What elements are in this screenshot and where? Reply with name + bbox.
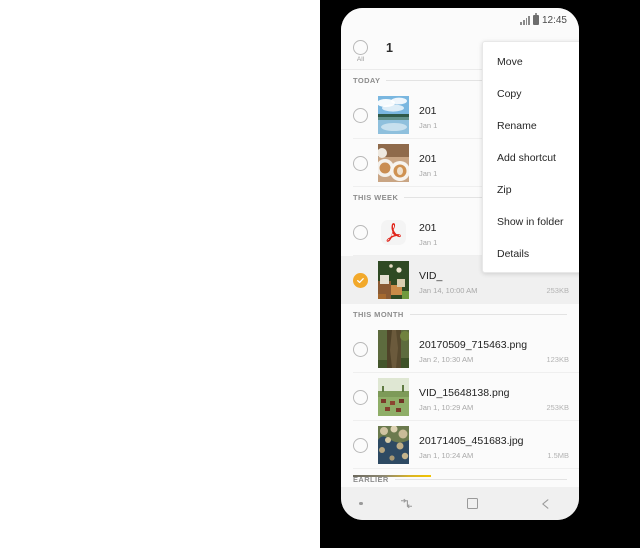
file-name: 201 xyxy=(419,104,437,117)
menu-item-details[interactable]: Details xyxy=(483,238,579,270)
signal-bars-icon xyxy=(520,15,530,25)
battery-icon xyxy=(532,13,539,25)
phone-frame: 12:45 All 1 TODAY 201 Jan 1 201 Jan 1 TH… xyxy=(320,0,640,548)
home-square-icon[interactable] xyxy=(431,498,513,509)
file-name: VID_15648138.png xyxy=(419,386,510,399)
section-divider xyxy=(409,314,567,315)
row-checkbox[interactable] xyxy=(353,107,368,123)
dot-indicator-icon xyxy=(341,501,381,506)
list-item[interactable]: VID_15648138.png Jan 1, 10:29 AM 253KB xyxy=(341,373,579,421)
status-bar: 12:45 xyxy=(341,8,579,32)
file-size: 123KB xyxy=(546,354,569,364)
circle-checkbox-icon xyxy=(353,39,368,55)
file-name: 20171405_451683.jpg xyxy=(419,434,524,447)
menu-item-label: Rename xyxy=(497,120,537,132)
menu-item-label: Add shortcut xyxy=(497,152,556,164)
file-date: Jan 14, 10:00 AM xyxy=(419,285,478,295)
menu-item-label: Copy xyxy=(497,88,522,100)
file-date: Jan 1 xyxy=(419,237,438,247)
navigation-bar xyxy=(341,487,579,520)
file-meta: 20171405_451683.jpg Jan 1, 10:24 AM 1.5M… xyxy=(419,431,579,460)
file-size: 1.5MB xyxy=(547,450,569,460)
menu-item-rename[interactable]: Rename xyxy=(483,110,579,142)
field-cattle-thumbnail xyxy=(378,378,409,416)
section-title: THIS MONTH xyxy=(353,310,404,319)
selected-count: 1 xyxy=(386,40,393,55)
menu-item-move[interactable]: Move xyxy=(483,46,579,78)
list-item[interactable]: 20170509_715463.png Jan 2, 10:30 AM 123K… xyxy=(341,325,579,373)
phone-screen: 12:45 All 1 TODAY 201 Jan 1 201 Jan 1 TH… xyxy=(341,8,579,520)
row-checkbox[interactable] xyxy=(353,389,368,405)
row-divider xyxy=(353,468,579,469)
file-meta: VID_15648138.png Jan 1, 10:29 AM 253KB xyxy=(419,383,579,412)
menu-item-label: Move xyxy=(497,56,523,68)
tree-trunk-thumbnail xyxy=(378,330,409,368)
menu-item-label: Details xyxy=(497,248,530,260)
file-size: 253KB xyxy=(546,402,569,412)
select-all-checkbox[interactable]: All xyxy=(353,39,368,63)
blossom-water-thumbnail xyxy=(378,426,409,464)
row-checkbox[interactable] xyxy=(353,155,368,171)
file-name: 201 xyxy=(419,221,437,234)
section-divider xyxy=(394,479,567,480)
coffee-cups-thumbnail xyxy=(378,144,409,182)
section-title: TODAY xyxy=(353,76,381,85)
menu-item-label: Zip xyxy=(497,184,512,196)
section-title: THIS WEEK xyxy=(353,193,399,202)
menu-item-add-shortcut[interactable]: Add shortcut xyxy=(483,142,579,174)
menu-item-zip[interactable]: Zip xyxy=(483,174,579,206)
context-menu[interactable]: Move Copy Rename Add shortcut Zip Show i… xyxy=(482,41,579,273)
file-date: Jan 1 xyxy=(419,168,438,178)
file-date: Jan 1, 10:29 AM xyxy=(419,402,474,412)
row-checkbox-checked[interactable] xyxy=(353,272,368,288)
select-all-label: All xyxy=(356,55,365,63)
back-arrow-icon[interactable] xyxy=(513,498,579,510)
file-date: Jan 1 xyxy=(419,120,438,130)
menu-item-copy[interactable]: Copy xyxy=(483,78,579,110)
file-name: 20170509_715463.png xyxy=(419,338,528,351)
file-size: 253KB xyxy=(546,285,569,295)
lake-landscape-thumbnail xyxy=(378,96,409,134)
section-header-this-month: THIS MONTH xyxy=(341,304,579,325)
list-item[interactable]: 20171405_451683.jpg Jan 1, 10:24 AM 1.5M… xyxy=(341,421,579,469)
status-time: 12:45 xyxy=(541,14,567,26)
file-name: VID_ xyxy=(419,269,443,282)
pdf-file-icon xyxy=(378,213,409,251)
menu-item-show-in-folder[interactable]: Show in folder xyxy=(483,206,579,238)
row-checkbox[interactable] xyxy=(353,224,368,240)
file-date: Jan 2, 10:30 AM xyxy=(419,354,474,364)
row-checkbox[interactable] xyxy=(353,341,368,357)
menu-item-label: Show in folder xyxy=(497,216,564,228)
file-meta: 20170509_715463.png Jan 2, 10:30 AM 123K… xyxy=(419,335,579,364)
row-checkbox[interactable] xyxy=(353,437,368,453)
scroll-indicator[interactable] xyxy=(353,474,431,477)
green-boxes-thumbnail xyxy=(378,261,409,299)
file-name: 201 xyxy=(419,152,437,165)
recents-switch-icon[interactable] xyxy=(381,498,431,509)
file-date: Jan 1, 10:24 AM xyxy=(419,450,474,460)
